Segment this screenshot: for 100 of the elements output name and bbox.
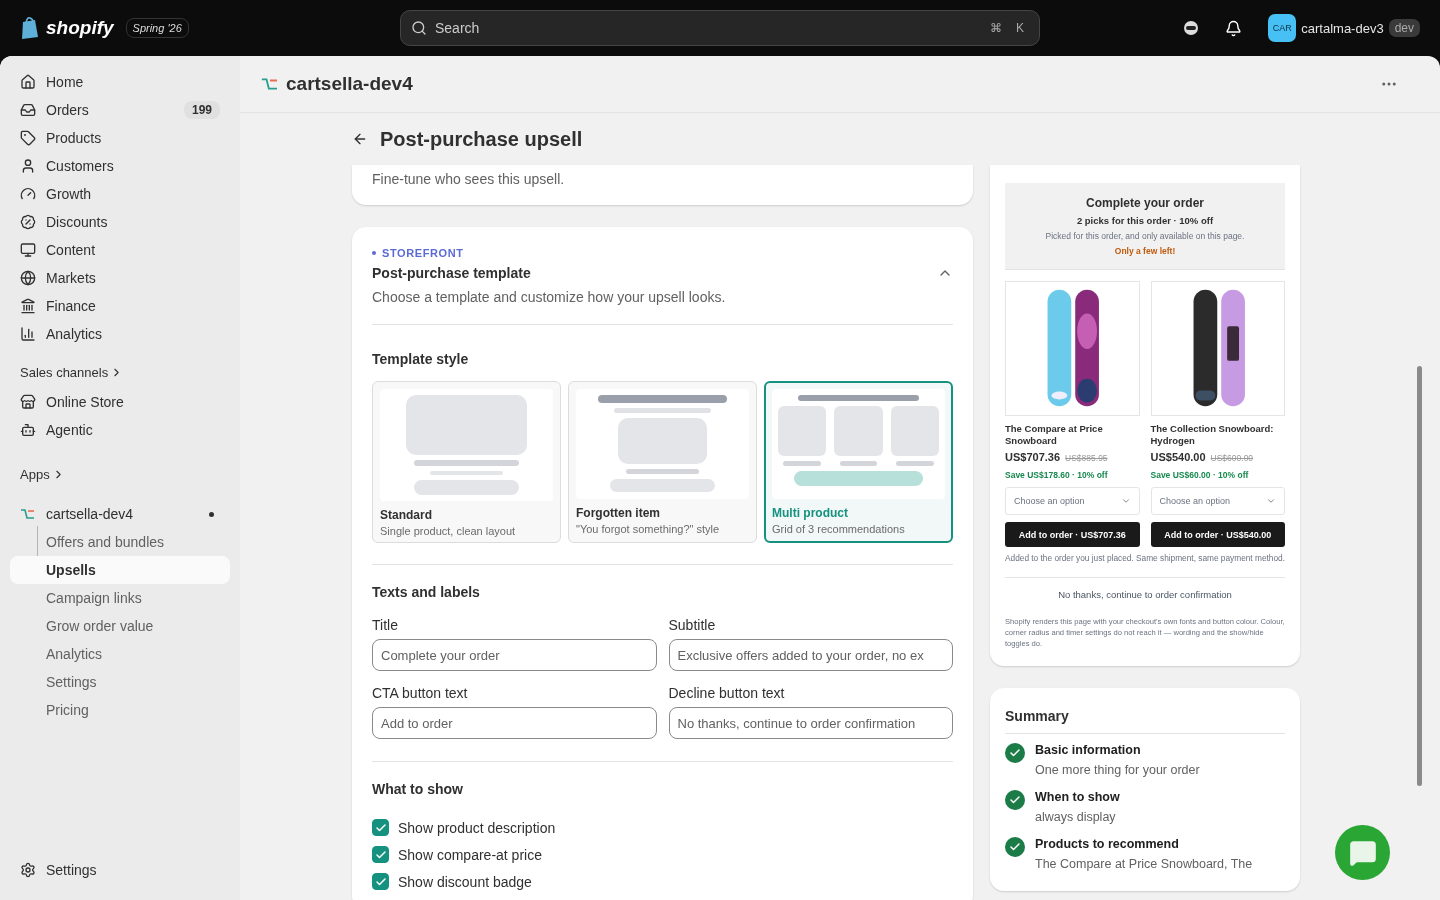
urgency-text: Only a few left! bbox=[1113, 246, 1177, 256]
nav-item[interactable]: Settings bbox=[10, 856, 230, 884]
check-icon bbox=[374, 821, 387, 834]
nav-subitem[interactable]: Campaign links bbox=[10, 584, 230, 612]
nav-label: Orders bbox=[46, 102, 89, 118]
globe-icon bbox=[20, 270, 36, 286]
nav-label: Finance bbox=[46, 298, 96, 314]
nav-subitem[interactable]: Pricing bbox=[10, 696, 230, 724]
preview-title: Complete your order bbox=[1085, 196, 1205, 210]
step-title: Products to recommend bbox=[1035, 836, 1180, 851]
store-name: cartsella-dev4 bbox=[286, 73, 413, 95]
checkbox-label: Show compare-at price bbox=[398, 846, 542, 863]
template-description: Single product, clean layout bbox=[380, 525, 517, 537]
tag-icon bbox=[20, 130, 36, 146]
nav-item[interactable]: Customers bbox=[10, 152, 230, 180]
bar-chart-icon bbox=[20, 326, 36, 342]
nav-label: Markets bbox=[46, 270, 96, 286]
nav-label: Home bbox=[46, 74, 84, 90]
nav-item[interactable]: Growth bbox=[10, 180, 230, 208]
footnote: Added to the order you just placed. Same shipment, same payment method. bbox=[1005, 553, 1285, 565]
search-field[interactable]: Search ⌘ K bbox=[400, 10, 1040, 46]
checkbox-label: Show product description bbox=[398, 819, 556, 836]
step-title: When to show bbox=[1035, 789, 1120, 804]
scrollbar-thumb[interactable] bbox=[1417, 366, 1422, 786]
checkbox[interactable] bbox=[372, 873, 389, 890]
text-field[interactable]: Exclusive offers added to your order, no ex bbox=[668, 639, 953, 671]
nav-item[interactable]: Finance bbox=[10, 292, 230, 320]
preview-note: Picked for this order, and only available on this page. bbox=[1044, 231, 1246, 241]
logo-wordmark: shopify bbox=[46, 17, 114, 39]
field-label: Decline button text bbox=[668, 685, 786, 701]
chat-bubble-icon bbox=[1348, 838, 1377, 867]
inbox-icon bbox=[20, 102, 36, 118]
text-field[interactable]: Complete your order bbox=[372, 639, 657, 671]
nav-item[interactable]: Markets bbox=[10, 264, 230, 292]
nav-subitem[interactable]: Settings bbox=[10, 668, 230, 696]
product-price: US$540.00 bbox=[1150, 451, 1206, 463]
checkbox[interactable] bbox=[372, 819, 389, 836]
template-option[interactable]: Multi product Grid of 3 recommendations bbox=[764, 381, 953, 543]
notification-bell-icon[interactable] bbox=[1225, 19, 1243, 37]
shopping-bag-logo-icon bbox=[20, 16, 40, 40]
nav-item[interactable]: Analytics bbox=[10, 320, 230, 348]
nav-item[interactable]: Discounts bbox=[10, 208, 230, 236]
checkbox[interactable] bbox=[372, 846, 389, 863]
chevron-down-icon bbox=[1120, 496, 1131, 506]
chat-button[interactable] bbox=[1335, 825, 1390, 880]
nav-item[interactable]: Home bbox=[10, 68, 230, 96]
app-logo-icon bbox=[260, 77, 280, 91]
edition-label: Spring '26 bbox=[125, 18, 189, 38]
option-select[interactable]: Choose an option bbox=[1005, 487, 1140, 515]
nav-item[interactable]: Content bbox=[10, 236, 230, 264]
check-icon bbox=[374, 848, 387, 861]
savings-text: Save US$178.60 · 10% off bbox=[1005, 470, 1109, 480]
product-name: The Collection Snowboard: Hydrogen bbox=[1150, 423, 1275, 447]
add-to-order-button[interactable]: Add to order · US$540.00 bbox=[1150, 522, 1285, 547]
search-icon bbox=[411, 20, 427, 36]
section-heading: Texts and labels bbox=[372, 584, 481, 600]
template-option[interactable]: Forgotten item "You forgot something?" style bbox=[568, 381, 757, 543]
product-price: US$707.36 bbox=[1005, 451, 1061, 463]
bank-icon bbox=[20, 298, 36, 314]
step-detail: The Compare at Price Snowboard, The bbox=[1035, 856, 1253, 871]
section-heading[interactable]: Apps bbox=[20, 466, 50, 482]
nav-item[interactable]: Online Store bbox=[10, 388, 230, 416]
section-heading[interactable]: Sales channels bbox=[20, 364, 109, 380]
savings-text: Save US$60.00 · 10% off bbox=[1150, 470, 1250, 480]
nav-item[interactable]: Products bbox=[10, 124, 230, 152]
shortcut-key: ⌘ bbox=[985, 19, 1007, 37]
nav-subitem[interactable]: Analytics bbox=[10, 640, 230, 668]
nav-label: Customers bbox=[46, 158, 114, 174]
nav-item[interactable]: cartsella-dev4 bbox=[10, 500, 230, 528]
text-field[interactable]: No thanks, continue to order confirmation bbox=[668, 707, 953, 739]
robot-icon bbox=[20, 422, 36, 438]
text-field[interactable]: Add to order bbox=[372, 707, 657, 739]
page-title: Post-purchase upsell bbox=[380, 127, 583, 151]
nav-subitem[interactable]: Grow order value bbox=[10, 612, 230, 640]
nav-label: cartsella-dev4 bbox=[46, 506, 134, 522]
back-arrow-icon[interactable] bbox=[352, 131, 368, 147]
step-title: Basic information bbox=[1035, 742, 1142, 757]
gauge-icon bbox=[20, 186, 36, 202]
app-logo-icon bbox=[20, 508, 36, 520]
dev-badge: dev bbox=[1388, 19, 1420, 37]
option-select[interactable]: Choose an option bbox=[1150, 487, 1285, 515]
decline-link[interactable]: No thanks, continue to order confirmation bbox=[1005, 576, 1285, 600]
template-option[interactable]: Standard Single product, clean layout bbox=[372, 381, 561, 543]
compare-price: US$600.00 bbox=[1210, 453, 1254, 463]
nav-item[interactable]: Orders 199 bbox=[10, 96, 230, 124]
compare-price: US$885.95 bbox=[1065, 453, 1108, 463]
search-placeholder: Search bbox=[435, 20, 480, 36]
nav-subitem[interactable]: Offers and bundles bbox=[10, 528, 230, 556]
home-icon bbox=[20, 74, 36, 90]
account-name[interactable]: cartalma-dev3 bbox=[1301, 20, 1384, 36]
nav-label: Agentic bbox=[46, 422, 93, 438]
eyebrow-label: STOREFRONT bbox=[382, 247, 464, 259]
store-avatar[interactable]: CAR bbox=[1268, 14, 1297, 42]
nav-subitem[interactable]: Upsells bbox=[10, 556, 230, 584]
nav-label: Content bbox=[46, 242, 96, 258]
template-name: Forgotten item bbox=[576, 506, 661, 520]
nav-item[interactable]: Agentic bbox=[10, 416, 230, 444]
add-to-order-button[interactable]: Add to order · US$707.36 bbox=[1005, 522, 1140, 547]
nav-label: Products bbox=[46, 130, 102, 146]
person-icon bbox=[20, 158, 36, 174]
